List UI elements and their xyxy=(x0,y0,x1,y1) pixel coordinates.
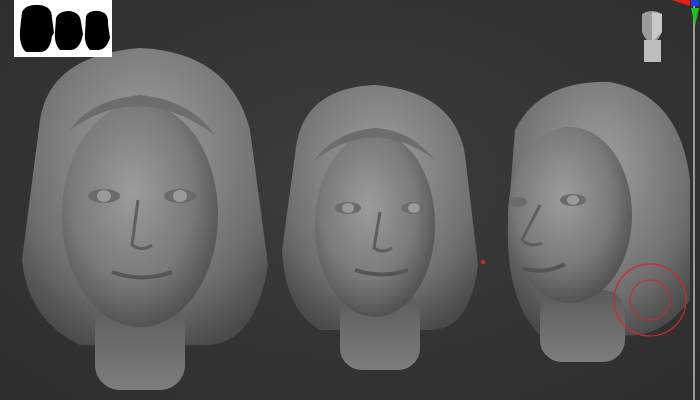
head-model-three-quarter[interactable] xyxy=(507,81,690,362)
orientation-gizmo[interactable] xyxy=(630,0,700,70)
x-axis-icon xyxy=(672,0,690,6)
head-model-front-small[interactable] xyxy=(282,85,485,370)
head-model-front[interactable] xyxy=(22,48,268,390)
y-axis-icon xyxy=(691,8,699,26)
navigator-thumbnail[interactable] xyxy=(14,0,112,57)
3d-viewport[interactable] xyxy=(0,0,700,400)
orientation-head-icon xyxy=(642,11,662,62)
silhouette-thumbnail-icon xyxy=(19,4,110,52)
z-axis-icon xyxy=(691,0,699,6)
